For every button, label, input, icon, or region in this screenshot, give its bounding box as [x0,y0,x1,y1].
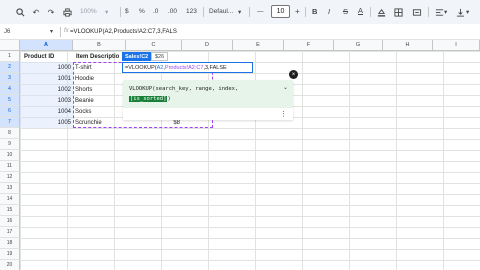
zoom-value: 100% [80,8,97,15]
bold-button[interactable]: B [312,7,317,16]
number-format-button[interactable]: 123 [186,8,197,15]
borders-icon[interactable] [392,6,404,18]
font-size-decrease-button[interactable]: — [257,8,264,15]
row-header[interactable]: 12 [0,172,20,183]
undo-icon[interactable]: ↶ [30,6,42,18]
cell-reference-chip: Sales!C2 [122,52,152,61]
row-header[interactable]: 7 [0,117,20,128]
formula-divider [60,27,61,37]
formula-function: =VLOOKUP( [125,64,157,71]
toolbar-divider [428,7,429,17]
column-header-i[interactable]: I [433,40,480,51]
row-header[interactable]: 16 [0,216,20,227]
formula-bar: J6 ▾ fx =VLOOKUP(A2,Products!A2:C7,3,FAL… [0,24,480,40]
cell-product-id[interactable]: 1003 [20,95,73,106]
row-header[interactable]: 20 [0,260,20,270]
currency-icon[interactable]: $ [125,8,129,15]
cell-product-id[interactable]: 1001 [20,73,73,84]
column-header-h[interactable]: H [383,40,433,51]
row-header[interactable]: 10 [0,150,20,161]
name-box[interactable]: J6 [4,29,10,35]
percent-button[interactable]: % [139,8,145,15]
row-header[interactable]: 6 [0,106,20,117]
row-header[interactable]: 13 [0,183,20,194]
fx-icon: fx [64,28,69,34]
chevron-down-icon[interactable]: ▾ [50,28,53,35]
chevron-down-icon[interactable]: ▾ [444,8,447,16]
column-header-b[interactable]: B [73,40,126,51]
signature-end: ) [167,96,171,102]
toolbar-divider [249,7,250,17]
select-all-corner[interactable] [0,40,20,51]
formula-args: ,3,FALSE [203,64,227,71]
active-cell-editor[interactable]: =VLOOKUP(A2, Products!A2:C7,3,FALSE [122,62,253,73]
column-header-d[interactable]: D [182,40,233,51]
toolbar-divider [305,7,306,17]
font-size-increase-button[interactable]: + [295,7,300,16]
row-header[interactable]: 5 [0,95,20,106]
row-header[interactable]: 19 [0,249,20,260]
row-header[interactable]: 1 [0,51,20,62]
row-header[interactable]: 14 [0,194,20,205]
formula-input[interactable]: =VLOOKUP(A2,Products!A2:C7,3,FALS [70,29,177,35]
print-icon[interactable] [61,6,73,18]
formula-ref-range: Products!A2:C7 [164,64,204,71]
cell-product-id[interactable]: 1002 [20,84,73,95]
column-header-e[interactable]: E [233,40,284,51]
row-header[interactable]: 11 [0,161,20,172]
fill-color-icon[interactable] [375,6,387,18]
column-header-a[interactable]: A [20,40,73,51]
italic-button[interactable]: I [328,7,330,16]
header-cell-item-description[interactable]: Item Descriptio [74,51,126,62]
more-options-icon[interactable]: ⋮ [280,110,287,118]
chevron-down-icon[interactable]: ⌄ [283,84,288,91]
text-color-button[interactable]: A [358,6,363,15]
function-signature-cont: [is_sorted]) [129,96,171,102]
function-signature: VLOOKUP(search_key, range, index, [129,86,239,92]
cell-product-id[interactable]: 1005 [20,117,73,128]
search-icon[interactable] [14,6,26,18]
font-size-input[interactable]: 10 [271,5,290,18]
row-header[interactable]: 2 [0,62,20,73]
column-header-c[interactable]: C [126,40,182,51]
merge-cells-icon[interactable] [411,6,423,18]
close-icon[interactable]: × [289,70,298,79]
chevron-down-icon: ▾ [105,9,109,16]
header-cell-product-id[interactable]: Product ID [22,51,73,62]
chevron-down-icon[interactable]: ▾ [466,8,469,16]
cell-product-id[interactable]: 1000 [20,62,73,73]
current-argument: [is_sorted] [129,96,168,102]
function-help-popup: VLOOKUP(search_key, range, index, [is_so… [123,80,293,108]
strikethrough-button[interactable]: S [343,7,348,16]
row-header[interactable]: 8 [0,128,20,139]
cell-product-id[interactable]: 1004 [20,106,73,117]
column-header-g[interactable]: G [334,40,383,51]
increase-decimal-button[interactable]: .00 [168,8,177,15]
toolbar-divider [120,7,121,17]
toolbar-divider [203,7,204,17]
vertical-align-icon[interactable] [454,6,466,18]
chevron-down-icon[interactable]: ▾ [238,8,241,16]
function-help-footer: ⋮ [123,108,293,120]
formula-ref-search-key: A2 [156,64,164,71]
redo-icon[interactable]: ↷ [45,6,57,18]
cell-value-chip: $26 [151,52,169,61]
toolbar-divider [370,7,371,17]
row-header[interactable]: 18 [0,238,20,249]
row-header[interactable]: 17 [0,227,20,238]
row-header[interactable]: 3 [0,73,20,84]
row-header[interactable]: 4 [0,84,20,95]
font-select[interactable]: Defaul... [209,8,233,15]
row-header[interactable]: 9 [0,139,20,150]
row-header[interactable]: 15 [0,205,20,216]
decrease-decimal-button[interactable]: .0 [153,8,158,15]
toolbar: ↶ ↷ 100% ▾ $ % .0 .00 123 Defaul... ▾ — … [0,0,480,24]
column-header-f[interactable]: F [284,40,334,51]
zoom-select[interactable]: 100% ▾ [75,7,115,17]
